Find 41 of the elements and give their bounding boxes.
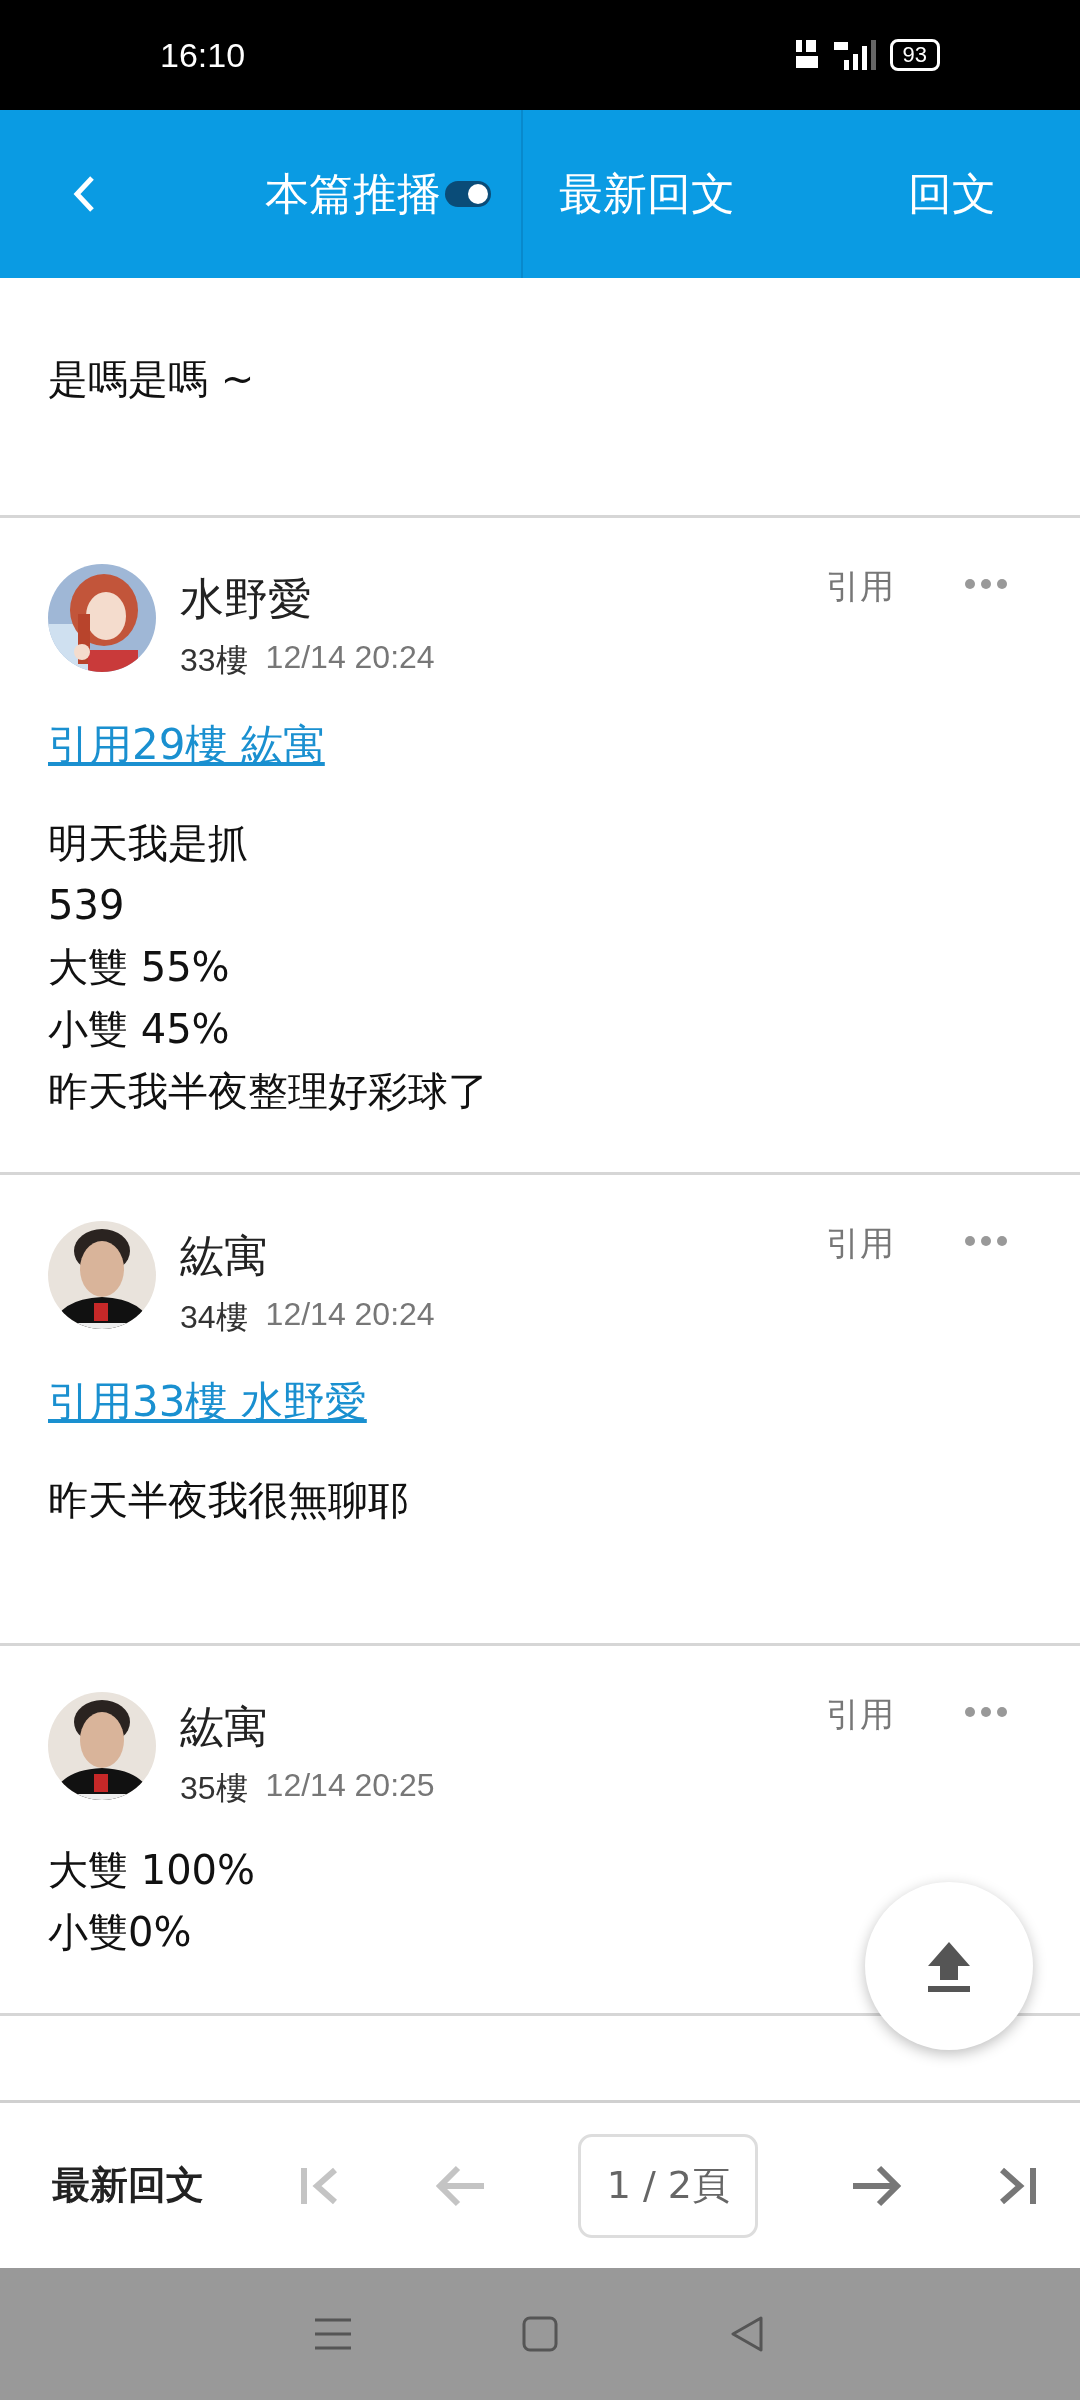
post-text: 明天我是抓 <box>48 819 248 868</box>
scroll-top-button[interactable] <box>865 1882 1033 2050</box>
quote-button[interactable]: 引用 <box>826 1692 894 1738</box>
status-time: 16:10 <box>160 35 246 75</box>
floor-number: 35樓 <box>180 1769 248 1808</box>
back-icon[interactable] <box>72 174 96 214</box>
header-tab[interactable]: 最新回文 <box>559 164 735 224</box>
post-text: 昨天半夜我很無聊耶 <box>48 1476 408 1525</box>
toggle-switch[interactable] <box>445 181 491 207</box>
post-text: 是嗎是嗎 ~ <box>48 355 255 404</box>
post-text: 539 <box>48 881 125 930</box>
more-icon[interactable] <box>964 578 1008 590</box>
quote-link[interactable]: 引用29樓 紘寓 <box>48 720 325 769</box>
floor-number: 33樓 <box>180 641 248 680</box>
floor-number: 34樓 <box>180 1298 248 1337</box>
post-text: 小雙 45% <box>48 1005 230 1054</box>
author-name: 水野愛 <box>180 572 313 626</box>
menu-icon[interactable] <box>315 2316 352 2352</box>
post-text: 昨天我半夜整理好彩球了 <box>48 1067 488 1116</box>
post-time: 12/14 20:24 <box>265 639 435 677</box>
post-text: 大雙 55% <box>48 943 230 992</box>
author-name: 紘寓 <box>180 1700 269 1754</box>
upload-icon <box>926 1940 972 1992</box>
post-time: 12/14 20:24 <box>265 1296 435 1334</box>
author-name: 紘寓 <box>180 1229 269 1283</box>
push-toggle[interactable]: 本篇推播 <box>265 164 491 224</box>
latest-replies-button[interactable]: 最新回文 <box>52 2160 204 2211</box>
post-time: 12/14 20:25 <box>265 1767 435 1805</box>
page-selector[interactable]: 1 / 2頁 <box>578 2133 759 2238</box>
signal-icon <box>831 38 878 72</box>
post-text: 小雙0% <box>48 1908 192 1957</box>
more-icon[interactable] <box>964 1706 1008 1718</box>
home-icon[interactable] <box>522 2316 558 2352</box>
quote-button[interactable]: 引用 <box>826 1221 894 1267</box>
quote-button[interactable]: 引用 <box>826 564 894 610</box>
quote-link[interactable]: 引用33樓 水野愛 <box>48 1377 367 1426</box>
post-text: 大雙 100% <box>48 1846 256 1895</box>
header-tab[interactable]: 回文 <box>908 164 996 224</box>
more-icon[interactable] <box>964 1235 1008 1247</box>
next-page-icon[interactable] <box>851 2163 904 2208</box>
battery-level: 93 <box>902 42 927 67</box>
